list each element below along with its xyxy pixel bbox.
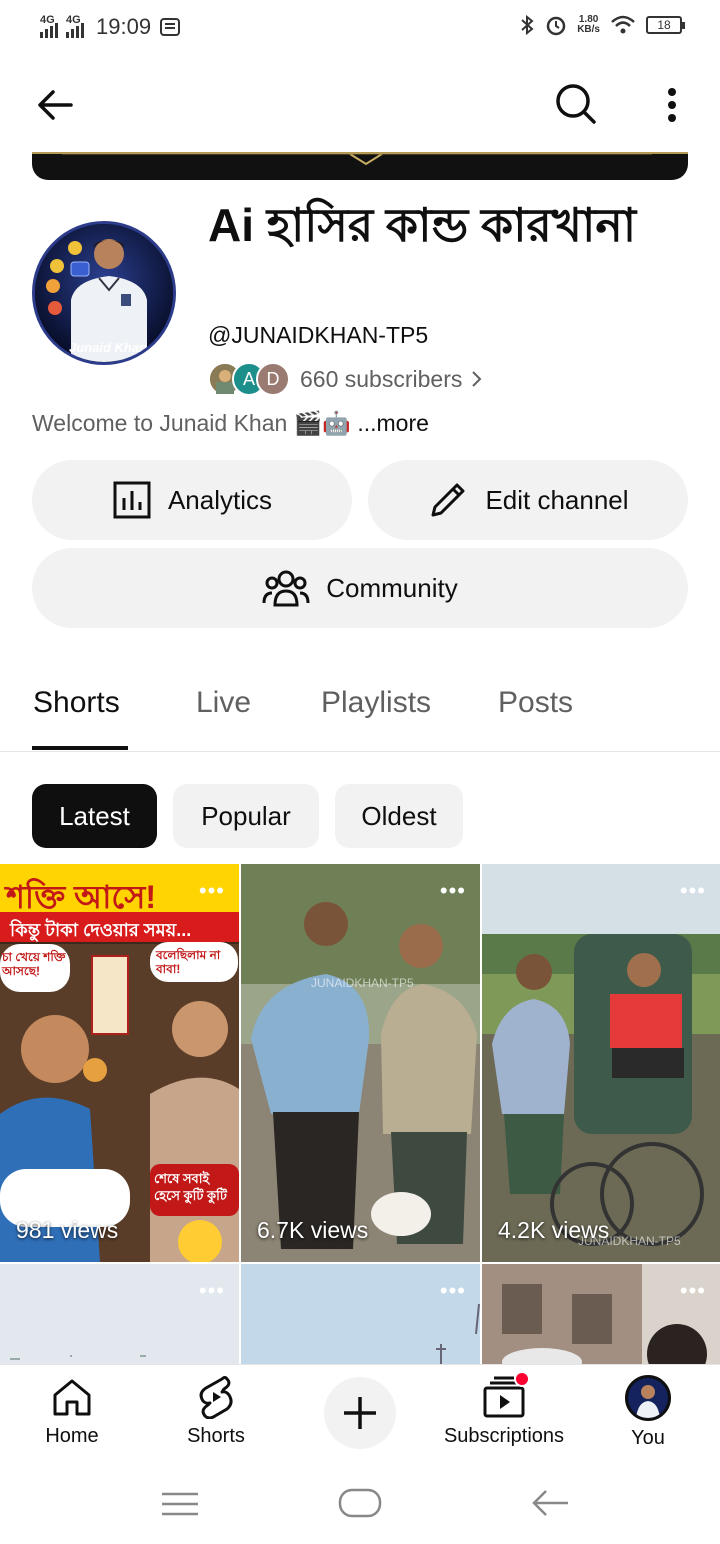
subscriber-avatar: D	[256, 362, 290, 396]
back-button[interactable]	[30, 80, 80, 130]
active-tab-indicator	[32, 746, 128, 750]
status-time: 19:09	[96, 14, 152, 39]
bluetooth-icon	[521, 14, 534, 36]
short-views: 4.2K views	[498, 1217, 610, 1243]
nav-shorts-label: Shorts	[187, 1425, 245, 1447]
channel-avatar[interactable]: Junaid Khan	[32, 221, 176, 365]
short-tile[interactable]: •••	[241, 1264, 480, 1364]
analytics-label: Analytics	[167, 484, 273, 515]
pencil-icon	[431, 483, 465, 517]
short-views: 981 views	[16, 1217, 119, 1243]
community-label: Community	[326, 572, 458, 603]
system-navigation-bar	[0, 1464, 720, 1544]
status-right: 1.80 KB/s 18	[519, 14, 685, 36]
analytics-icon	[113, 481, 151, 519]
network-speed: 1.80 KB/s	[577, 15, 600, 35]
overlay-subheadline: কিন্তু টাকা দেওয়ার সময়...	[10, 920, 192, 940]
alarm-icon	[546, 16, 566, 36]
status-left: 4G 4G 19:09	[40, 14, 181, 40]
short-tile[interactable]: JUNAIDKHAN-TP5 ••• 6.7K views	[241, 864, 480, 1262]
channel-handle: @JUNAIDKHAN-TP5	[208, 322, 429, 348]
bottom-navigation: Home Shorts Subscriptions You	[0, 1364, 720, 1464]
more-options-button[interactable]	[650, 80, 694, 130]
status-bar: 4G 4G 19:09 1.80 KB/s 18	[0, 0, 720, 58]
nav-subscriptions-label: Subscriptions	[443, 1425, 565, 1447]
nav-home-label: Home	[45, 1425, 99, 1447]
arrow-left-icon	[38, 90, 73, 120]
more-vertical-icon	[668, 88, 676, 122]
search-icon	[556, 84, 596, 124]
plus-icon	[344, 1397, 376, 1429]
wifi-icon	[611, 15, 635, 34]
more-options-icon[interactable]: •••	[199, 1280, 225, 1302]
short-tile[interactable]: JUNAIDKHAN-TP5 ••• 4.2K views	[482, 864, 720, 1262]
more-options-icon[interactable]: •••	[440, 880, 466, 902]
search-button[interactable]	[550, 78, 602, 130]
more-options-icon[interactable]: •••	[680, 1280, 706, 1302]
recents-menu-icon[interactable]	[160, 1490, 200, 1518]
channel-banner[interactable]	[32, 152, 688, 180]
community-button[interactable]: Community	[32, 548, 688, 628]
subscriptions-icon-wrap	[482, 1371, 530, 1419]
more-options-icon[interactable]: •••	[440, 1280, 466, 1302]
banner-ornament	[62, 153, 652, 166]
avatar-caption: Junaid Khan	[69, 340, 148, 355]
profile-photo	[628, 1378, 668, 1418]
signal-icon-2: 4G	[66, 14, 84, 38]
channel-tabs: Shorts Live Playlists Posts	[0, 672, 720, 752]
short-thumbnail	[482, 864, 720, 1262]
description-text: Welcome to Junaid Khan 🎬🤖	[32, 410, 351, 436]
nav-you[interactable]: You	[578, 1375, 718, 1450]
short-views: 6.7K views	[257, 1217, 369, 1243]
tab-shorts[interactable]: Shorts	[33, 686, 120, 720]
edit-channel-button[interactable]: Edit channel	[368, 460, 688, 540]
tab-live[interactable]: Live	[196, 686, 251, 720]
more-link[interactable]: ...more	[351, 410, 429, 436]
channel-description[interactable]: Welcome to Junaid Khan 🎬🤖 ...more	[32, 410, 429, 437]
back-nav-icon[interactable]	[530, 1488, 570, 1518]
chip-popular[interactable]: Popular	[173, 784, 319, 848]
speed-unit: KB/s	[577, 24, 600, 35]
overlay-bubble-left: চা খেয়ে শক্তি আসছে!	[2, 950, 66, 978]
nav-you-label: You	[631, 1427, 665, 1449]
chip-oldest[interactable]: Oldest	[335, 784, 463, 848]
community-icon	[262, 570, 310, 607]
home-pill-icon[interactable]	[338, 1488, 382, 1518]
more-options-icon[interactable]: •••	[199, 880, 225, 902]
top-app-bar	[0, 70, 720, 140]
chevron-right-icon	[472, 371, 482, 387]
home-icon	[53, 1379, 91, 1416]
short-thumbnail	[241, 864, 480, 1262]
you-avatar	[625, 1375, 671, 1421]
notification-app-icon	[160, 18, 181, 36]
network-type-label-2: 4G	[66, 14, 81, 26]
short-tile[interactable]: শক্তি আসে! কিন্তু টাকা দেওয়ার সময়... চ…	[0, 864, 239, 1262]
overlay-bubble-right: বলেছিলাম না বাবা!	[156, 948, 221, 976]
shorts-icon	[199, 1376, 233, 1419]
more-options-icon[interactable]: •••	[680, 880, 706, 902]
chip-latest[interactable]: Latest	[32, 784, 157, 848]
subscriber-count: 660 subscribers	[300, 365, 463, 392]
subscribers-row[interactable]: A D 660 subscribers	[208, 361, 486, 397]
nav-home[interactable]: Home	[2, 1375, 142, 1448]
battery-indicator: 18	[646, 16, 685, 34]
nav-subscriptions[interactable]: Subscriptions	[434, 1371, 574, 1448]
signal-icon: 4G	[40, 14, 58, 38]
channel-title: Ai হাসির কান্ড কারখানা	[208, 199, 637, 251]
notification-dot	[514, 1371, 530, 1387]
short-tile[interactable]: •••	[482, 1264, 720, 1364]
watermark: JUNAIDKHAN-TP5	[311, 976, 414, 990]
analytics-button[interactable]: Analytics	[32, 460, 352, 540]
create-button[interactable]	[324, 1377, 396, 1449]
tab-posts[interactable]: Posts	[498, 686, 573, 720]
nav-shorts[interactable]: Shorts	[146, 1375, 286, 1448]
network-type-label: 4G	[40, 14, 55, 26]
short-tile[interactable]: •••	[0, 1264, 239, 1364]
tab-playlists[interactable]: Playlists	[321, 686, 431, 720]
overlay-caption: শেষে সবাই হেসে কুটি কুটি	[154, 1171, 227, 1203]
edit-channel-label: Edit channel	[485, 484, 629, 515]
